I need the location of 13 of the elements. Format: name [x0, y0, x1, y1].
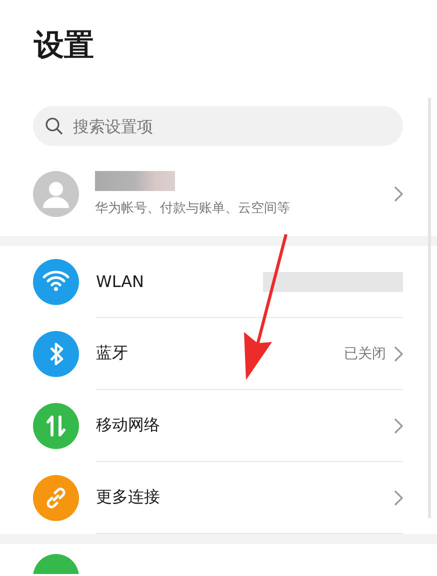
account-subtitle: 华为帐号、付款与账单、云空间等	[95, 200, 291, 217]
item-label: WLAN	[96, 272, 146, 291]
chevron-icon	[394, 186, 403, 202]
item-label: 蓝牙	[96, 343, 129, 364]
page-title: 设置	[34, 27, 94, 65]
settings-item[interactable]: WLAN	[0, 246, 437, 318]
avatar-icon[interactable]	[33, 171, 79, 217]
settings-item[interactable]: 移动网络	[0, 390, 437, 462]
search-field[interactable]: 搜索设置项	[33, 106, 403, 146]
search-icon	[45, 117, 63, 135]
item-value: 已关闭	[344, 344, 386, 362]
item-label: 更多连接	[96, 487, 161, 508]
item-label: 移动网络	[96, 415, 161, 436]
